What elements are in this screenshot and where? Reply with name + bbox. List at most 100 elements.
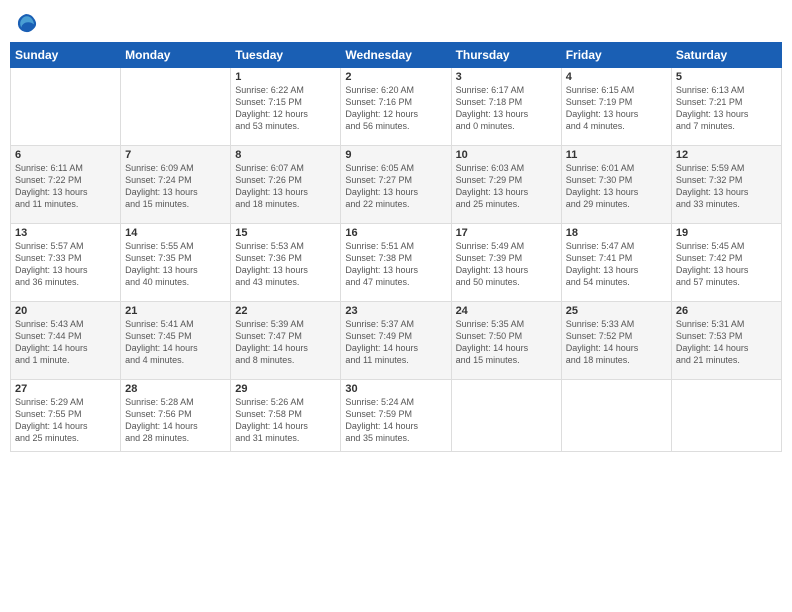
calendar-cell: 26Sunrise: 5:31 AM Sunset: 7:53 PM Dayli… xyxy=(671,302,781,380)
day-number: 14 xyxy=(125,227,226,239)
calendar-cell xyxy=(451,380,561,452)
week-row-5: 27Sunrise: 5:29 AM Sunset: 7:55 PM Dayli… xyxy=(11,380,782,452)
day-info: Sunrise: 5:37 AM Sunset: 7:49 PM Dayligh… xyxy=(345,318,446,367)
day-number: 24 xyxy=(456,305,557,317)
day-info: Sunrise: 5:26 AM Sunset: 7:58 PM Dayligh… xyxy=(235,396,336,445)
day-number: 11 xyxy=(566,149,667,161)
day-info: Sunrise: 6:03 AM Sunset: 7:29 PM Dayligh… xyxy=(456,162,557,211)
day-number: 23 xyxy=(345,305,446,317)
day-number: 17 xyxy=(456,227,557,239)
calendar-container: SundayMondayTuesdayWednesdayThursdayFrid… xyxy=(0,0,792,612)
day-number: 30 xyxy=(345,383,446,395)
week-row-2: 6Sunrise: 6:11 AM Sunset: 7:22 PM Daylig… xyxy=(11,146,782,224)
day-number: 12 xyxy=(676,149,777,161)
day-number: 15 xyxy=(235,227,336,239)
day-number: 7 xyxy=(125,149,226,161)
calendar-cell: 4Sunrise: 6:15 AM Sunset: 7:19 PM Daylig… xyxy=(561,68,671,146)
calendar-cell: 3Sunrise: 6:17 AM Sunset: 7:18 PM Daylig… xyxy=(451,68,561,146)
day-info: Sunrise: 5:55 AM Sunset: 7:35 PM Dayligh… xyxy=(125,240,226,289)
day-number: 4 xyxy=(566,71,667,83)
day-info: Sunrise: 5:43 AM Sunset: 7:44 PM Dayligh… xyxy=(15,318,116,367)
calendar-cell: 16Sunrise: 5:51 AM Sunset: 7:38 PM Dayli… xyxy=(341,224,451,302)
day-number: 29 xyxy=(235,383,336,395)
day-info: Sunrise: 5:45 AM Sunset: 7:42 PM Dayligh… xyxy=(676,240,777,289)
day-number: 5 xyxy=(676,71,777,83)
weekday-header-tuesday: Tuesday xyxy=(231,43,341,68)
calendar-cell xyxy=(671,380,781,452)
day-number: 18 xyxy=(566,227,667,239)
day-number: 13 xyxy=(15,227,116,239)
day-info: Sunrise: 5:41 AM Sunset: 7:45 PM Dayligh… xyxy=(125,318,226,367)
day-info: Sunrise: 5:35 AM Sunset: 7:50 PM Dayligh… xyxy=(456,318,557,367)
day-info: Sunrise: 6:05 AM Sunset: 7:27 PM Dayligh… xyxy=(345,162,446,211)
calendar-cell: 17Sunrise: 5:49 AM Sunset: 7:39 PM Dayli… xyxy=(451,224,561,302)
calendar-cell: 29Sunrise: 5:26 AM Sunset: 7:58 PM Dayli… xyxy=(231,380,341,452)
day-info: Sunrise: 6:20 AM Sunset: 7:16 PM Dayligh… xyxy=(345,84,446,133)
day-info: Sunrise: 6:07 AM Sunset: 7:26 PM Dayligh… xyxy=(235,162,336,211)
calendar-cell: 25Sunrise: 5:33 AM Sunset: 7:52 PM Dayli… xyxy=(561,302,671,380)
day-info: Sunrise: 5:33 AM Sunset: 7:52 PM Dayligh… xyxy=(566,318,667,367)
day-number: 3 xyxy=(456,71,557,83)
weekday-header-wednesday: Wednesday xyxy=(341,43,451,68)
calendar-cell: 6Sunrise: 6:11 AM Sunset: 7:22 PM Daylig… xyxy=(11,146,121,224)
day-info: Sunrise: 6:13 AM Sunset: 7:21 PM Dayligh… xyxy=(676,84,777,133)
weekday-header-monday: Monday xyxy=(121,43,231,68)
calendar-cell: 15Sunrise: 5:53 AM Sunset: 7:36 PM Dayli… xyxy=(231,224,341,302)
calendar-cell: 21Sunrise: 5:41 AM Sunset: 7:45 PM Dayli… xyxy=(121,302,231,380)
calendar-cell: 7Sunrise: 6:09 AM Sunset: 7:24 PM Daylig… xyxy=(121,146,231,224)
day-info: Sunrise: 5:39 AM Sunset: 7:47 PM Dayligh… xyxy=(235,318,336,367)
calendar-cell xyxy=(561,380,671,452)
logo-icon xyxy=(14,10,38,34)
day-info: Sunrise: 6:11 AM Sunset: 7:22 PM Dayligh… xyxy=(15,162,116,211)
day-info: Sunrise: 6:01 AM Sunset: 7:30 PM Dayligh… xyxy=(566,162,667,211)
day-number: 2 xyxy=(345,71,446,83)
weekday-header-saturday: Saturday xyxy=(671,43,781,68)
calendar-cell: 1Sunrise: 6:22 AM Sunset: 7:15 PM Daylig… xyxy=(231,68,341,146)
header xyxy=(10,10,782,34)
weekday-header-friday: Friday xyxy=(561,43,671,68)
day-info: Sunrise: 5:47 AM Sunset: 7:41 PM Dayligh… xyxy=(566,240,667,289)
calendar-cell: 10Sunrise: 6:03 AM Sunset: 7:29 PM Dayli… xyxy=(451,146,561,224)
day-info: Sunrise: 5:28 AM Sunset: 7:56 PM Dayligh… xyxy=(125,396,226,445)
calendar-cell: 8Sunrise: 6:07 AM Sunset: 7:26 PM Daylig… xyxy=(231,146,341,224)
weekday-header-thursday: Thursday xyxy=(451,43,561,68)
day-info: Sunrise: 5:29 AM Sunset: 7:55 PM Dayligh… xyxy=(15,396,116,445)
day-number: 8 xyxy=(235,149,336,161)
calendar-cell: 9Sunrise: 6:05 AM Sunset: 7:27 PM Daylig… xyxy=(341,146,451,224)
calendar-cell: 28Sunrise: 5:28 AM Sunset: 7:56 PM Dayli… xyxy=(121,380,231,452)
day-number: 20 xyxy=(15,305,116,317)
calendar-cell: 20Sunrise: 5:43 AM Sunset: 7:44 PM Dayli… xyxy=(11,302,121,380)
calendar-cell xyxy=(11,68,121,146)
day-number: 28 xyxy=(125,383,226,395)
day-info: Sunrise: 6:09 AM Sunset: 7:24 PM Dayligh… xyxy=(125,162,226,211)
day-number: 16 xyxy=(345,227,446,239)
calendar-cell: 5Sunrise: 6:13 AM Sunset: 7:21 PM Daylig… xyxy=(671,68,781,146)
day-info: Sunrise: 5:53 AM Sunset: 7:36 PM Dayligh… xyxy=(235,240,336,289)
week-row-4: 20Sunrise: 5:43 AM Sunset: 7:44 PM Dayli… xyxy=(11,302,782,380)
day-info: Sunrise: 5:49 AM Sunset: 7:39 PM Dayligh… xyxy=(456,240,557,289)
calendar-cell: 23Sunrise: 5:37 AM Sunset: 7:49 PM Dayli… xyxy=(341,302,451,380)
weekday-header-row: SundayMondayTuesdayWednesdayThursdayFrid… xyxy=(11,43,782,68)
day-number: 10 xyxy=(456,149,557,161)
calendar-cell: 19Sunrise: 5:45 AM Sunset: 7:42 PM Dayli… xyxy=(671,224,781,302)
logo xyxy=(14,10,40,34)
day-info: Sunrise: 6:22 AM Sunset: 7:15 PM Dayligh… xyxy=(235,84,336,133)
day-number: 21 xyxy=(125,305,226,317)
day-number: 1 xyxy=(235,71,336,83)
day-info: Sunrise: 5:59 AM Sunset: 7:32 PM Dayligh… xyxy=(676,162,777,211)
day-info: Sunrise: 5:24 AM Sunset: 7:59 PM Dayligh… xyxy=(345,396,446,445)
day-number: 22 xyxy=(235,305,336,317)
calendar-cell: 30Sunrise: 5:24 AM Sunset: 7:59 PM Dayli… xyxy=(341,380,451,452)
calendar-cell: 12Sunrise: 5:59 AM Sunset: 7:32 PM Dayli… xyxy=(671,146,781,224)
week-row-1: 1Sunrise: 6:22 AM Sunset: 7:15 PM Daylig… xyxy=(11,68,782,146)
weekday-header-sunday: Sunday xyxy=(11,43,121,68)
day-info: Sunrise: 5:57 AM Sunset: 7:33 PM Dayligh… xyxy=(15,240,116,289)
calendar-cell: 2Sunrise: 6:20 AM Sunset: 7:16 PM Daylig… xyxy=(341,68,451,146)
day-info: Sunrise: 6:17 AM Sunset: 7:18 PM Dayligh… xyxy=(456,84,557,133)
day-info: Sunrise: 5:31 AM Sunset: 7:53 PM Dayligh… xyxy=(676,318,777,367)
calendar-cell: 22Sunrise: 5:39 AM Sunset: 7:47 PM Dayli… xyxy=(231,302,341,380)
calendar-cell: 11Sunrise: 6:01 AM Sunset: 7:30 PM Dayli… xyxy=(561,146,671,224)
day-info: Sunrise: 5:51 AM Sunset: 7:38 PM Dayligh… xyxy=(345,240,446,289)
day-number: 9 xyxy=(345,149,446,161)
calendar-table: SundayMondayTuesdayWednesdayThursdayFrid… xyxy=(10,42,782,452)
